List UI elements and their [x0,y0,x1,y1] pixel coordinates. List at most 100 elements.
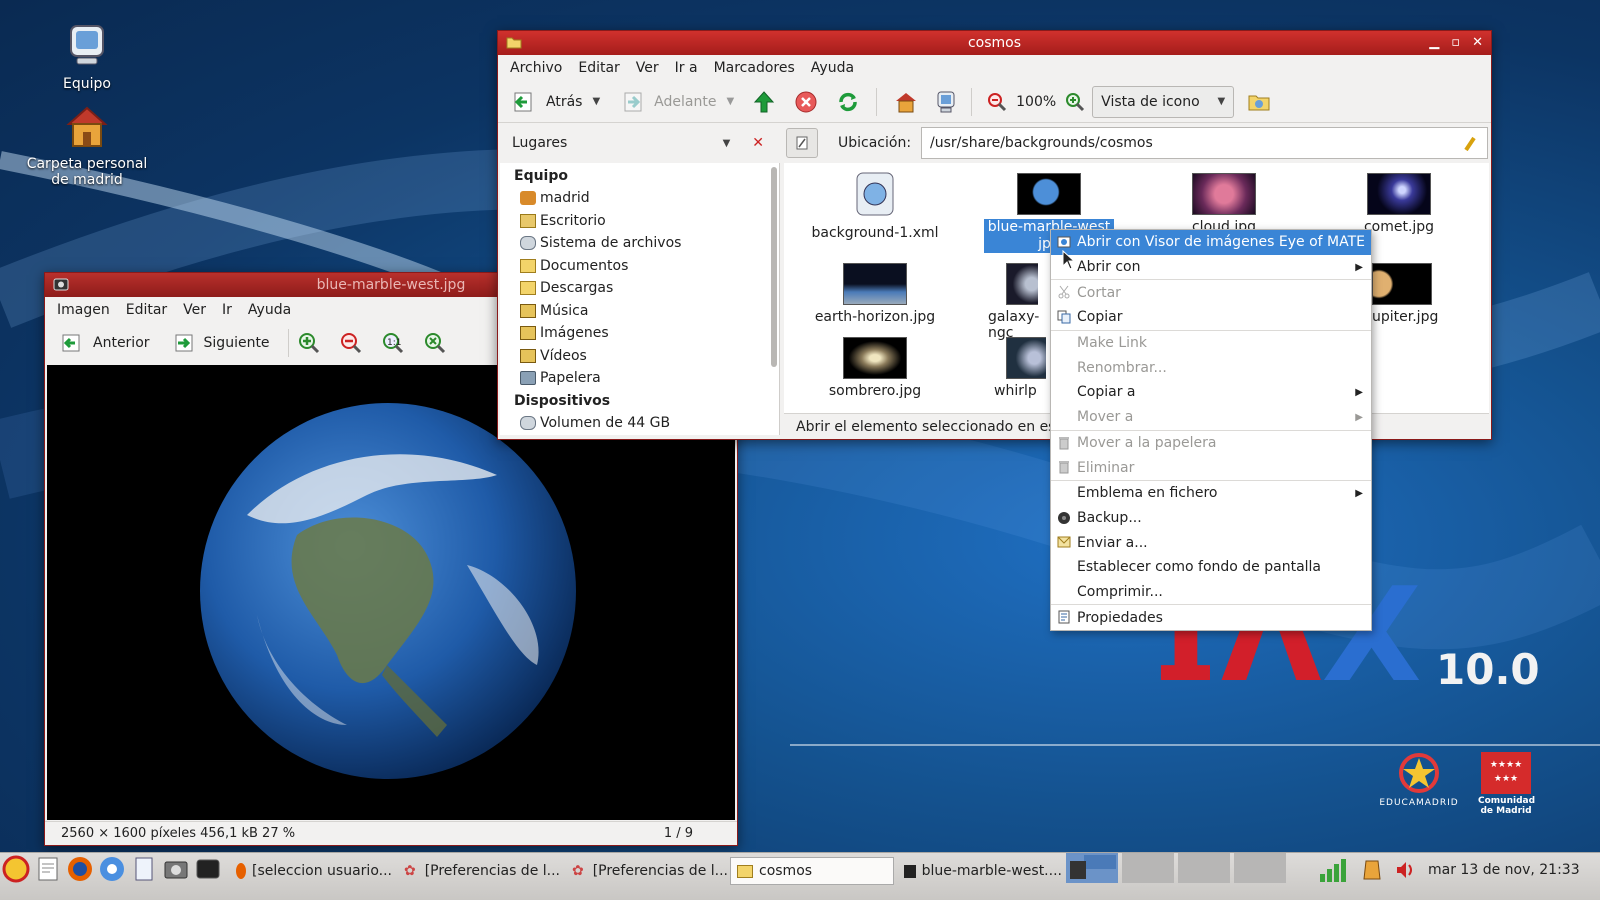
zoom-in-icon[interactable] [1064,91,1086,113]
menu-item-send-to[interactable]: Enviar a... [1051,530,1371,555]
forward-history-dropdown[interactable]: ▼ [726,96,734,107]
maximize-icon[interactable]: ▫ [1451,31,1460,55]
computer-icon[interactable] [933,90,959,114]
back-button[interactable]: Atrás [512,90,582,114]
reload-icon[interactable] [836,90,860,114]
close-icon[interactable]: ✕ [1472,31,1483,55]
sidebar-item-documentos[interactable]: Documentos [500,255,779,278]
view-mode-select[interactable]: Vista de icono ▼ [1092,85,1235,118]
taskbar-item[interactable]: blue-marble-west.... [898,857,1062,885]
menu-item-copy[interactable]: Copiar [1051,305,1371,330]
screenshot-icon[interactable] [162,855,190,883]
menu-item-delete[interactable]: Eliminar [1051,455,1371,480]
desktop-icon-home[interactable]: Carpeta personal de madrid [22,102,152,188]
file-item[interactable]: upiter.jpg [1372,263,1477,325]
menu-item-open-with[interactable]: Abrir con ▶ [1051,255,1371,280]
home-icon[interactable] [893,90,919,114]
zoom-fit-icon[interactable] [423,331,447,355]
menu-ver[interactable]: Ver [628,60,667,76]
workspace-switcher[interactable] [1066,853,1286,883]
close-sidebar-icon[interactable]: ✕ [752,135,764,151]
menu-item-cut[interactable]: Cortar [1051,280,1371,305]
toggle-location-button[interactable] [786,128,818,158]
menu-marcadores[interactable]: Marcadores [706,60,803,76]
zoom-in-icon[interactable] [297,331,321,355]
menu-item-move-to-trash[interactable]: Mover a la papelera [1051,431,1371,456]
text-editor-icon[interactable] [34,855,62,883]
terminal-icon[interactable] [194,855,222,883]
file-item[interactable]: cloud.jpg [1149,173,1299,235]
network-signal-icon[interactable] [1318,858,1350,882]
taskbar-item[interactable]: [seleccion usuario... [230,857,392,885]
folder-icon[interactable] [506,36,522,49]
workspace-3[interactable] [1178,853,1230,883]
main-menu-icon[interactable] [2,855,30,883]
file-item[interactable]: earth-horizon.jpg [800,263,950,325]
workspace-2[interactable] [1122,853,1174,883]
sidebar-scrollbar[interactable] [771,167,777,367]
forward-button[interactable]: Adelante [620,90,716,114]
chromium-icon[interactable] [98,855,126,883]
menu-ayuda[interactable]: Ayuda [240,302,299,318]
clock[interactable]: mar 13 de nov, 21:33 [1428,862,1580,878]
menu-editar[interactable]: Editar [570,60,627,76]
update-notifier-icon[interactable] [1362,859,1382,881]
zoom-out-icon[interactable] [339,331,363,355]
next-button[interactable]: Siguiente [172,332,270,354]
menu-item-emblem[interactable]: Emblema en fichero ▶ [1051,481,1371,506]
taskbar-item[interactable]: ✿ [Preferencias de l... [398,857,560,885]
taskbar-item-active[interactable]: cosmos [730,857,894,885]
stop-icon[interactable] [794,90,818,114]
back-history-dropdown[interactable]: ▼ [592,96,600,107]
menu-item-copy-to[interactable]: Copiar a ▶ [1051,380,1371,405]
location-input[interactable]: /usr/share/backgrounds/cosmos [921,127,1488,159]
sidebar-item-imagenes[interactable]: Imágenes [500,322,779,345]
sidebar-item-musica[interactable]: Música [500,300,779,323]
notes-icon[interactable] [130,855,158,883]
menu-archivo[interactable]: Archivo [502,60,570,76]
clear-icon[interactable] [1463,135,1477,151]
menu-item-compress[interactable]: Comprimir... [1051,580,1371,605]
menu-ver[interactable]: Ver [175,302,214,318]
caja-titlebar[interactable]: cosmos ▁ ▫ ✕ [498,31,1491,55]
places-dropdown[interactable]: ▼ [723,138,731,149]
previous-button[interactable]: Anterior [61,332,150,354]
menu-ayuda[interactable]: Ayuda [803,60,862,76]
file-item[interactable]: galaxy-ngc [974,263,1054,341]
sidebar-item-escritorio[interactable]: Escritorio [500,210,779,233]
up-arrow-icon[interactable] [752,90,776,114]
menu-item-rename[interactable]: Renombrar... [1051,355,1371,380]
firefox-icon[interactable] [66,855,94,883]
file-item[interactable]: comet.jpg [1324,173,1474,235]
file-item[interactable]: sombrero.jpg [800,337,950,399]
menu-item-properties[interactable]: Propiedades [1051,605,1371,630]
menu-editar[interactable]: Editar [118,302,175,318]
app-menu-icon[interactable] [53,278,69,291]
workspace-4[interactable] [1234,853,1286,883]
menu-imagen[interactable]: Imagen [49,302,118,318]
sidebar-item-volume[interactable]: Volumen de 44 GB [500,412,779,435]
sidebar-item-papelera[interactable]: Papelera [500,367,779,390]
file-item[interactable]: whirlp [994,337,1052,399]
zoom-original-icon[interactable]: 1:1 [381,331,405,355]
spatial-mode-icon[interactable] [1246,90,1272,114]
zoom-level[interactable]: 100% [1016,94,1056,110]
volume-icon[interactable] [1394,859,1416,881]
sidebar-item-descargas[interactable]: Descargas [500,277,779,300]
sidebar-item-madrid[interactable]: madrid [500,187,779,210]
sidebar-item-filesystem[interactable]: Sistema de archivos [500,232,779,255]
zoom-out-icon[interactable] [986,91,1008,113]
menu-item-make-link[interactable]: Make Link [1051,331,1371,356]
minimize-icon[interactable]: ▁ [1429,31,1439,55]
taskbar-item[interactable]: ✿ [Preferencias de l... [566,857,728,885]
file-item[interactable]: background-1.xml [800,169,950,241]
menu-ir-a[interactable]: Ir a [667,60,706,76]
desktop-icon-equipo[interactable]: Equipo [22,22,152,92]
menu-item-set-wallpaper[interactable]: Establecer como fondo de pantalla [1051,555,1371,580]
menu-item-backup[interactable]: Backup... [1051,506,1371,531]
menu-ir[interactable]: Ir [214,302,240,318]
menu-item-move-to[interactable]: Mover a ▶ [1051,405,1371,430]
sidebar-item-videos[interactable]: Vídeos [500,345,779,368]
menu-item-open-with-eom[interactable]: Abrir con Visor de imágenes Eye of MATE [1051,230,1371,255]
workspace-1[interactable] [1066,853,1118,883]
